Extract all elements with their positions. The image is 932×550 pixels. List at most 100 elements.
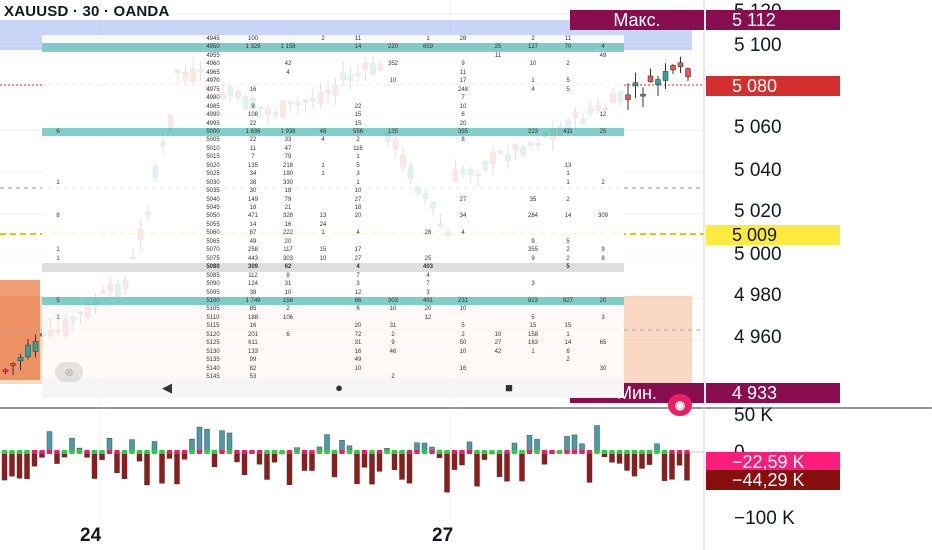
price-label: 5 100 — [734, 35, 782, 56]
dom-price-cell: 5010 — [206, 145, 220, 152]
dom-volume-cell: 15 — [354, 120, 362, 127]
dom-volume-cell: 6 — [566, 348, 570, 355]
dom-volume-cell: 190 — [282, 171, 293, 178]
histogram-marker — [414, 450, 420, 454]
histogram-bar — [639, 451, 645, 469]
time-label: 24 — [80, 525, 102, 546]
dom-volume-cell: 133 — [247, 348, 258, 355]
dom-price-cell: 5045 — [206, 205, 220, 211]
indicator-scale-label: 50 K — [734, 405, 774, 426]
histogram-marker — [534, 450, 540, 454]
histogram-bar — [309, 451, 315, 471]
histogram-marker — [654, 450, 660, 454]
tradingview-logo-icon[interactable]: ◉ — [668, 394, 692, 416]
histogram-marker — [684, 450, 690, 454]
histogram-marker — [264, 450, 270, 454]
dom-volume-cell: 42 — [494, 348, 502, 355]
histogram-marker — [227, 450, 232, 454]
histogram-marker — [459, 450, 465, 454]
candle-body — [10, 363, 16, 366]
histogram-marker — [669, 450, 675, 454]
recents-icon[interactable]: ■ — [494, 378, 524, 398]
dom-volume-cell: 1 — [56, 314, 60, 321]
dom-volume-cell: 25 — [599, 128, 607, 135]
dom-volume-cell: 5 — [531, 314, 535, 321]
back-icon[interactable]: ◀ — [152, 378, 182, 398]
histogram-marker — [242, 450, 247, 454]
dom-volume-cell: 16 — [354, 348, 362, 355]
histogram-marker — [174, 450, 180, 454]
dom-volume-cell: 9 — [251, 103, 255, 110]
dom-volume-cell: 20 — [459, 120, 467, 127]
dom-price-cell: 5015 — [206, 154, 220, 161]
histogram-bar — [451, 451, 458, 470]
candle-body — [685, 68, 691, 78]
dom-volume-cell: 403 — [422, 264, 433, 271]
histogram-marker — [437, 450, 442, 454]
home-icon[interactable]: ● — [324, 378, 354, 398]
watermark-icon: ◎ — [55, 362, 83, 382]
histogram-marker — [122, 450, 127, 454]
dom-volume-cell: 14 — [564, 213, 572, 220]
dom-volume-cell: 149 — [247, 196, 258, 203]
histogram-marker — [159, 450, 165, 454]
histogram-bar — [1, 451, 8, 481]
dom-volume-cell: 72 — [354, 331, 362, 338]
dom-volume-cell: 6 — [286, 331, 290, 338]
dom-row: 4990 108 15 6 12 — [42, 111, 624, 120]
histogram-marker — [647, 450, 652, 454]
dom-volume-cell: 17 — [459, 78, 467, 85]
dom-price-cell: 5075 — [206, 255, 220, 262]
dom-volume-cell: 258 — [247, 247, 258, 254]
histogram-marker — [512, 450, 517, 454]
histogram-marker — [444, 450, 450, 454]
dom-volume-cell: 5 — [566, 78, 570, 85]
dom-volume-cell: 2 — [566, 247, 570, 254]
candle-body — [655, 79, 661, 85]
dom-price-cell: 5140 — [206, 365, 220, 372]
dom-volume-cell: 328 — [282, 213, 293, 220]
dom-volume-cell: 158 — [527, 331, 538, 338]
dom-volume-cell: 1 — [566, 179, 570, 186]
dom-row: 5110 188 106 12 5 3 1 — [42, 314, 624, 323]
dom-volume-cell: 220 — [387, 44, 398, 51]
price-label: 5 020 — [734, 201, 782, 222]
histogram-marker — [324, 450, 330, 454]
candle-body — [640, 93, 646, 97]
dom-volume-cell: 116 — [353, 145, 363, 152]
dom-volume-cell: 31 — [354, 340, 362, 347]
depth-of-market-overlay: 4945 100 2 11 1 28 2 11 4950 1 329 1 158 14 220 659 25… — [42, 35, 624, 398]
histogram-bar — [624, 451, 630, 471]
dom-price-cell: 4970 — [206, 78, 220, 85]
dom-volume-cell: 18 — [354, 205, 362, 211]
dom-volume-cell: 46 — [389, 348, 397, 355]
dom-volume-cell: 1 — [321, 162, 325, 169]
histogram-marker — [137, 450, 142, 454]
histogram-marker — [579, 450, 585, 454]
dom-volume-cell: 38 — [249, 179, 257, 186]
histogram-marker — [587, 450, 592, 454]
histogram-bar — [496, 451, 503, 477]
price-label: 5 060 — [734, 117, 782, 138]
candle-body — [2, 369, 9, 373]
dom-volume-cell: 9 — [601, 247, 605, 254]
dom-volume-cell: 8 — [601, 255, 605, 262]
dom-row: 5020 135 218 1 5 13 — [42, 162, 624, 171]
candle-body — [647, 75, 654, 83]
dom-row: 5140 82 10 16 30 — [42, 365, 624, 374]
time-label: 27 — [432, 525, 454, 546]
symbol-title[interactable]: XAUUSD · 30 · OANDA — [4, 3, 169, 20]
dom-volume-cell: 1 938 — [280, 128, 296, 135]
dom-price-cell: 5085 — [206, 272, 220, 279]
dom-volume-cell: 4 — [531, 86, 535, 93]
dom-volume-cell: 1 — [356, 179, 360, 186]
dom-volume-cell: 106 — [282, 314, 293, 321]
dom-volume-cell: 222 — [282, 230, 293, 237]
dom-volume-cell: 309 — [247, 264, 258, 271]
dom-volume-cell: 471 — [247, 213, 258, 220]
histogram-bar — [301, 451, 308, 471]
histogram-marker — [279, 450, 285, 454]
histogram-bar — [324, 434, 330, 453]
histogram-bar — [669, 451, 675, 480]
dom-volume-cell: 35 — [529, 196, 537, 203]
